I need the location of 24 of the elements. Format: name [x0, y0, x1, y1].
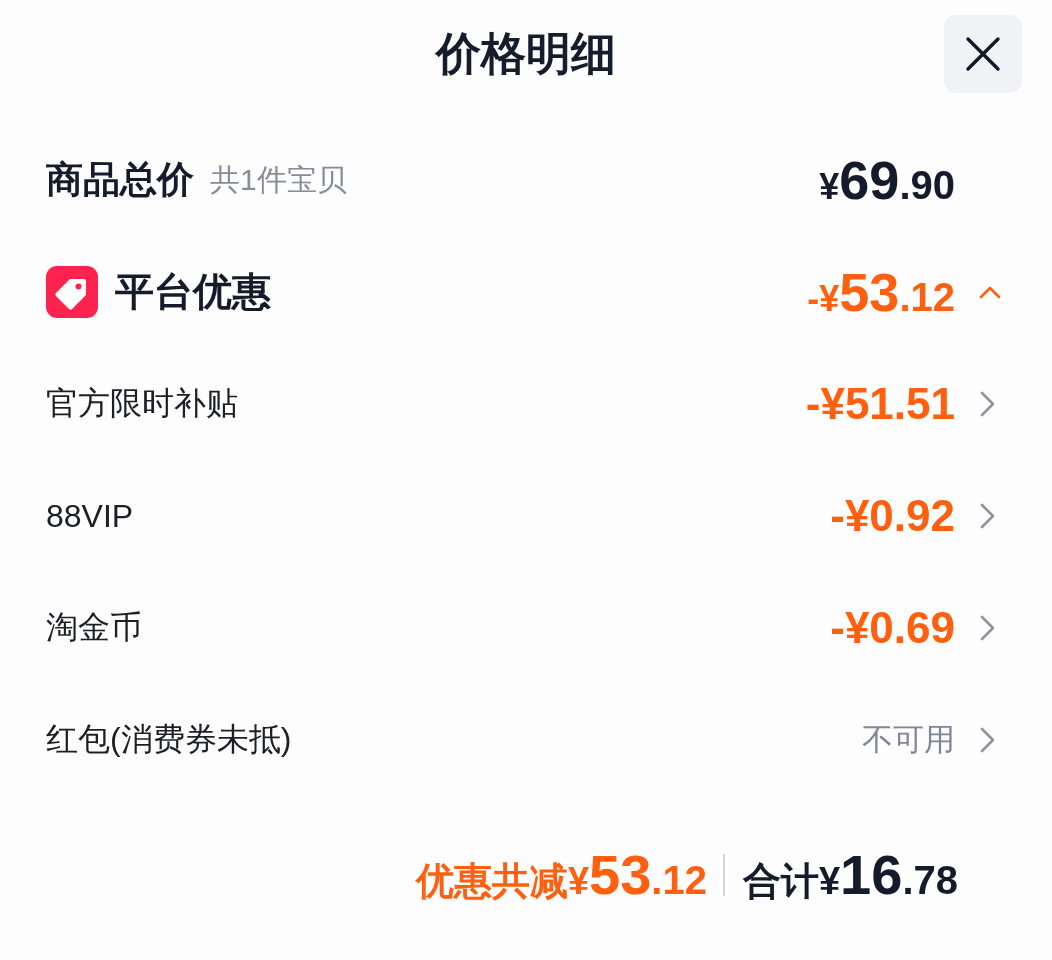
total-label: 商品总价	[46, 158, 194, 202]
discount-status: 不可用	[862, 721, 955, 759]
chevron-right-icon[interactable]	[980, 503, 996, 529]
platform-discount-label: 平台优惠	[115, 269, 271, 315]
order-total: 合计¥16.78	[742, 847, 958, 903]
tag-icon	[46, 266, 98, 318]
discount-label: 淘金币	[46, 608, 143, 647]
sheet-title: 价格明细	[436, 27, 616, 81]
chevron-right-icon[interactable]	[980, 727, 996, 753]
discount-label: 红包(消费券未抵)	[46, 720, 293, 759]
chevron-right-icon[interactable]	[980, 615, 996, 641]
close-button[interactable]	[944, 15, 1022, 93]
discount-amount: -¥0.92	[830, 491, 955, 541]
close-icon	[965, 36, 1001, 72]
platform-discount-amount: -¥53.12	[807, 265, 955, 319]
item-count: 共1件宝贝	[210, 161, 347, 198]
caret-up-icon[interactable]	[978, 284, 1002, 300]
chevron-right-icon[interactable]	[980, 391, 996, 417]
discount-label: 官方限时补贴	[46, 384, 239, 423]
discount-total: 优惠共减¥53.12	[415, 847, 707, 903]
discount-amount: -¥0.69	[830, 603, 955, 653]
total-price: ¥69.90	[819, 153, 955, 207]
discount-label: 88VIP	[46, 497, 135, 535]
discount-amount: -¥51.51	[805, 379, 955, 429]
